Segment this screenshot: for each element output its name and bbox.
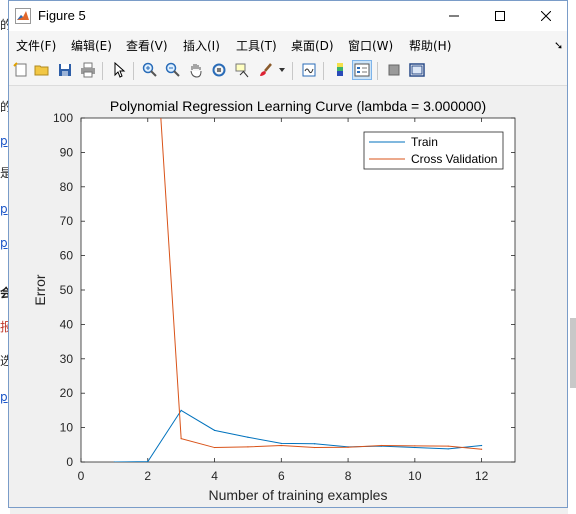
title-bar[interactable]: Figure 5 (9, 1, 567, 31)
hide-plot-tools-icon[interactable] (384, 60, 404, 80)
data-point (247, 436, 249, 438)
menu-edit[interactable]: 编辑(E) (71, 37, 112, 54)
matlab-icon (15, 8, 31, 24)
y-axis-label: Error (32, 274, 48, 305)
close-button[interactable] (523, 1, 569, 31)
new-figure-icon[interactable] (11, 60, 31, 80)
data-point (113, 461, 115, 462)
data-point (213, 429, 216, 431)
y-tick-label: 70 (60, 214, 74, 228)
data-point (447, 445, 449, 447)
y-tick-label: 80 (60, 180, 74, 194)
print-icon[interactable] (78, 60, 98, 80)
maximize-button[interactable] (477, 1, 523, 31)
chart-title: Polynomial Regression Learning Curve (la… (110, 98, 486, 114)
maximize-icon (495, 11, 505, 21)
toolbar-separator (323, 62, 324, 80)
legend-label-cross-validation: Cross Validation (411, 152, 497, 166)
minimize-button[interactable] (431, 1, 477, 31)
data-point (280, 444, 282, 447)
legend-label-train: Train (411, 135, 438, 149)
data-point (481, 448, 483, 450)
x-tick-label: 2 (144, 469, 151, 483)
y-tick-label: 100 (53, 111, 73, 125)
colorbar-icon[interactable] (330, 60, 350, 80)
y-tick-label: 20 (60, 386, 74, 400)
data-point (414, 446, 416, 449)
brush-dropdown-arrow-icon[interactable] (277, 60, 287, 80)
data-point (280, 442, 282, 445)
x-tick-label: 10 (408, 469, 422, 483)
dock-arrow-icon[interactable]: ➘ (554, 39, 563, 52)
data-point (247, 446, 249, 448)
pan-hand-icon[interactable] (186, 60, 206, 80)
window-title: Figure 5 (38, 8, 86, 23)
background-scrollbar-thumb[interactable] (570, 318, 576, 388)
data-point (180, 409, 182, 411)
menu-tools[interactable]: 工具(T) (236, 37, 277, 54)
data-point (447, 448, 449, 450)
data-point (481, 444, 483, 447)
figure-toolbar (9, 57, 567, 86)
x-tick-label: 4 (211, 469, 218, 483)
y-tick-label: 30 (60, 352, 74, 366)
plot-svg[interactable]: 0 2 4 6 8 10 12 0 10 20 30 40 50 60 70 80 90 100 Polynomi… (9, 86, 567, 507)
rotate-3d-icon[interactable] (209, 60, 229, 80)
data-point (314, 446, 316, 449)
menu-view[interactable]: 查看(V) (126, 37, 168, 54)
x-tick-label: 6 (278, 469, 285, 483)
background-page-right (568, 0, 576, 514)
y-tick-label: 40 (60, 317, 74, 331)
save-icon[interactable] (55, 60, 75, 80)
x-tick-label: 12 (475, 469, 489, 483)
menu-file[interactable]: 文件(F) (16, 37, 56, 54)
y-tick-label: 50 (60, 283, 74, 297)
open-file-icon[interactable] (32, 60, 52, 80)
brush-icon[interactable] (256, 60, 276, 80)
toolbar-separator (133, 62, 134, 80)
x-tick-label: 8 (345, 469, 352, 483)
data-point (347, 446, 349, 448)
toolbar-separator (102, 62, 103, 80)
menu-window[interactable]: 窗口(W) (348, 37, 393, 54)
data-point (380, 444, 383, 447)
figure-window: Figure 5 文件(F) 编辑(E) 查看(V) 插入(I) 工具(T) 桌… (8, 0, 568, 508)
minimize-icon (449, 15, 459, 17)
menu-bar: 文件(F) 编辑(E) 查看(V) 插入(I) 工具(T) 桌面(D) 窗口(W… (9, 31, 567, 57)
link-plot-icon[interactable] (299, 60, 319, 80)
y-tick-label: 60 (60, 249, 74, 263)
zoom-out-icon[interactable] (163, 60, 183, 80)
edit-plot-icon[interactable] (109, 60, 129, 80)
y-tick-label: 10 (60, 421, 74, 435)
zoom-in-icon[interactable] (140, 60, 160, 80)
toolbar-separator (292, 62, 293, 80)
figure-canvas[interactable]: 0 2 4 6 8 10 12 0 10 20 30 40 50 60 70 80 90 100 Polynomi… (9, 86, 567, 507)
x-tick-label: 0 (78, 469, 85, 483)
legend-icon[interactable] (352, 60, 372, 80)
data-point (180, 438, 182, 440)
toolbar-separator (377, 62, 378, 80)
data-cursor-icon[interactable] (232, 60, 252, 80)
menu-help[interactable]: 帮助(H) (409, 37, 451, 54)
close-icon (541, 11, 551, 21)
menu-desktop[interactable]: 桌面(D) (291, 37, 334, 54)
show-plot-tools-icon[interactable] (407, 60, 427, 80)
data-point (213, 446, 216, 449)
data-point (314, 443, 316, 445)
axes-box[interactable] (80, 117, 516, 463)
menu-insert[interactable]: 插入(I) (183, 37, 220, 54)
legend[interactable]: Train Cross Validation (363, 131, 504, 170)
x-axis-label: Number of training examples (209, 487, 388, 503)
y-tick-label: 90 (60, 145, 74, 159)
data-point (414, 445, 416, 447)
y-tick-label: 0 (66, 455, 73, 469)
